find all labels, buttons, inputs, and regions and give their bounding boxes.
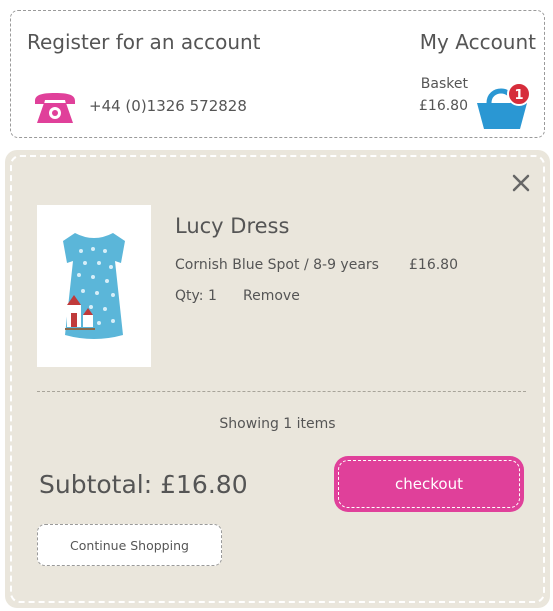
basket-count: 1 [514,88,523,103]
product-image[interactable] [37,205,151,367]
mini-cart-panel: Lucy Dress Cornish Blue Spot / 8-9 years… [5,150,550,608]
register-link[interactable]: Register for an account [27,30,261,54]
my-account-link[interactable]: My Account [420,30,536,54]
close-button[interactable] [510,172,532,194]
account-header: Register for an account My Account +44 (… [10,10,545,138]
phone-number: +44 (0)1326 572828 [89,97,247,115]
basket-total: £16.80 [419,98,468,114]
dress-image [63,233,125,339]
product-name[interactable]: Lucy Dress [175,214,289,238]
divider [37,391,526,392]
basket-summary[interactable]: Basket £16.80 [419,73,468,117]
checkout-button[interactable]: checkout [334,456,524,512]
product-variant: Cornish Blue Spot / 8-9 years [175,257,379,273]
item-count-text: Showing 1 items [219,416,336,432]
product-quantity: Qty: 1 [175,288,217,304]
checkout-label: checkout [338,460,520,508]
product-price: £16.80 [409,257,458,273]
close-icon [512,174,530,192]
phone-icon [35,93,75,123]
remove-link[interactable]: Remove [243,288,300,304]
basket-label: Basket [420,76,468,92]
subtotal: Subtotal: £16.80 [39,470,248,499]
basket-icon[interactable]: 1 [472,73,536,135]
continue-shopping-button[interactable]: Continue Shopping [37,524,222,566]
